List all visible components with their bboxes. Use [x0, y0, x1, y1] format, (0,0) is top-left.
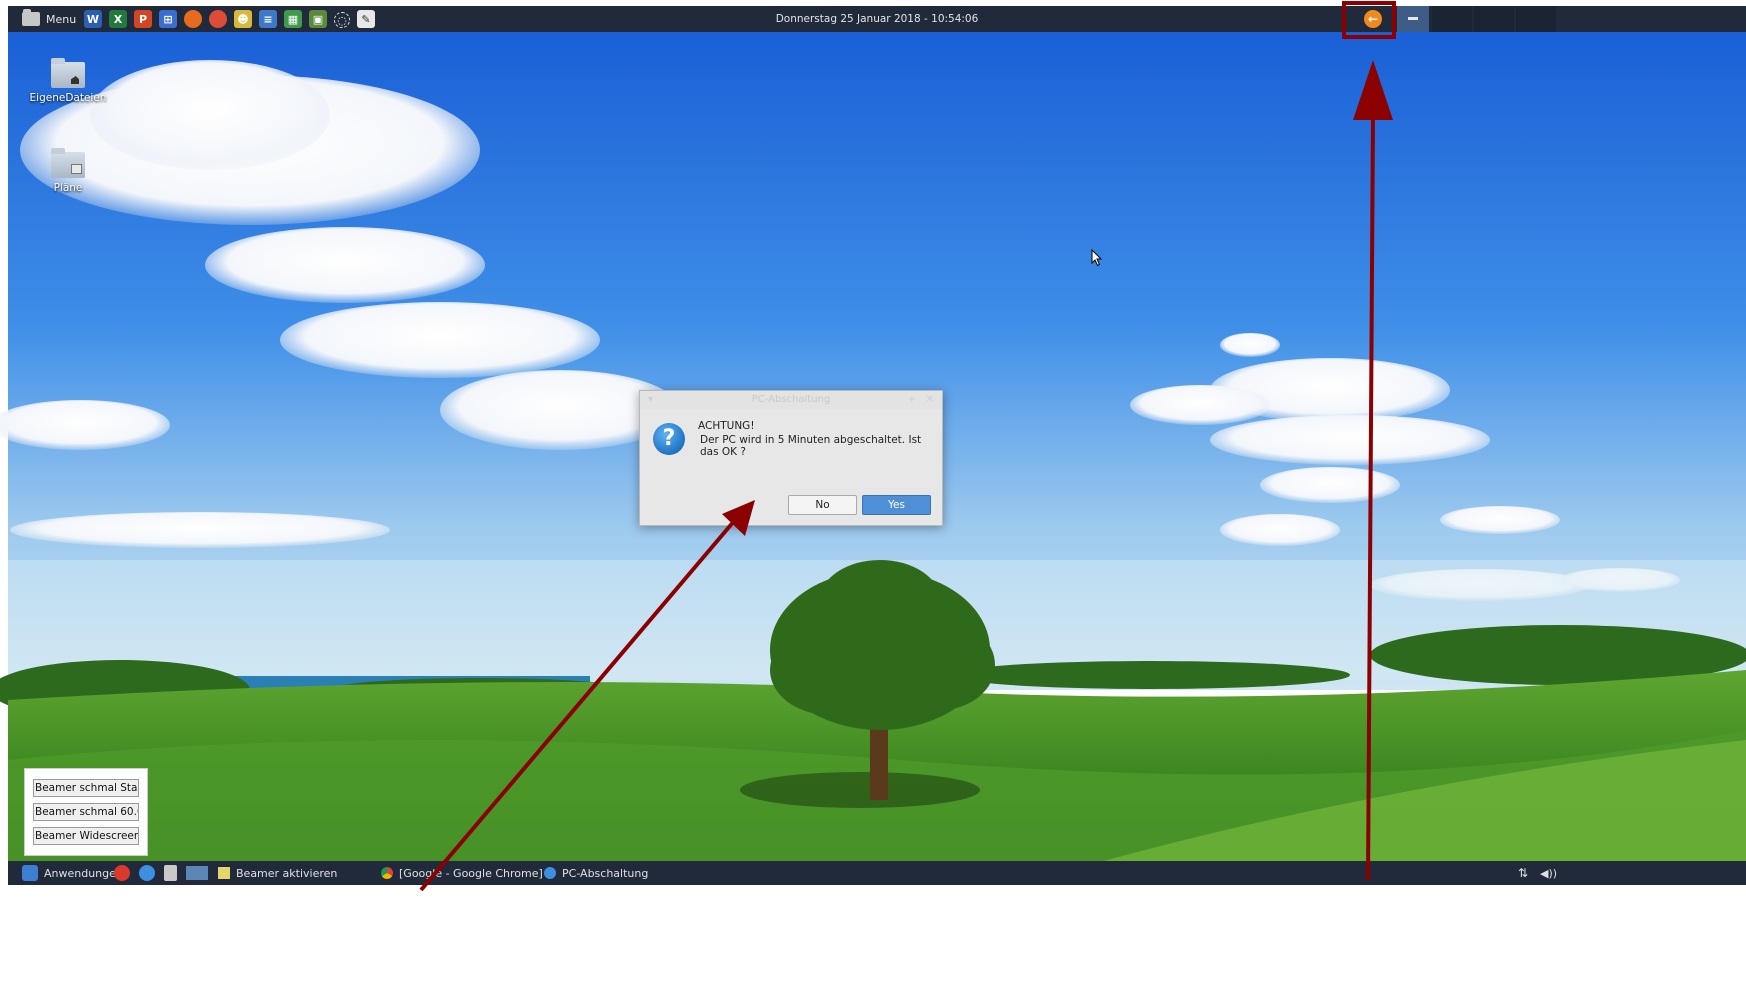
- dialog-title: PC-Abschaltung: [751, 394, 831, 405]
- list-window-icon: [218, 867, 230, 879]
- yes-button[interactable]: Yes: [862, 495, 931, 515]
- speaker-icon: ◀)): [1540, 866, 1558, 880]
- window-icon: [1408, 17, 1418, 20]
- dialog-close-icon[interactable]: ✕: [926, 391, 934, 409]
- desktop-icon-label: EigeneDateien: [29, 92, 107, 104]
- desktop-icon-plaene[interactable]: Pläne: [23, 146, 113, 194]
- locked-folder-icon: [49, 146, 87, 178]
- xfce-mouse-icon: [22, 865, 38, 881]
- shutdown-dialog: ▾ PC-Abschaltung + ✕ ? ACHTUNG! Der PC w…: [639, 390, 943, 526]
- network-tray-icon[interactable]: ⇅: [1518, 861, 1528, 885]
- trash-button[interactable]: [164, 861, 177, 885]
- task-label: Beamer aktivieren: [236, 866, 338, 880]
- question-icon: ?: [653, 423, 685, 455]
- workspace-switcher-button[interactable]: [1397, 6, 1429, 32]
- dialog-maximize-icon[interactable]: +: [908, 391, 916, 409]
- question-icon: [544, 867, 556, 879]
- bottom-panel: Anwendungen Beamer aktivieren [Google - …: [8, 861, 1746, 885]
- applications-menu-button[interactable]: Anwendungen: [22, 861, 123, 885]
- logout-button[interactable]: [114, 861, 130, 885]
- top-panel: Menu W X P ⊞ ☻ ≡ ▦ ▣ ◌ ✎ Donnerstag 25 Januar 201…: [8, 6, 1746, 32]
- desktop-icon-label: Pläne: [53, 182, 83, 194]
- power-icon: [114, 865, 130, 881]
- workspace-3[interactable]: [1474, 6, 1514, 32]
- chrome-icon: [381, 867, 393, 879]
- desktop-icon: [186, 866, 208, 880]
- back-arrow-icon: ←: [1364, 10, 1382, 28]
- task-pc-abschaltung[interactable]: PC-Abschaltung: [544, 861, 648, 885]
- refresh-button[interactable]: [139, 861, 155, 885]
- mouse-cursor-icon: [1091, 249, 1103, 267]
- beamer-widget: Beamer schmal Standa Beamer schmal 60.02…: [24, 768, 148, 856]
- dialog-heading: ACHTUNG!: [698, 420, 755, 432]
- task-google-chrome[interactable]: [Google - Google Chrome]: [381, 861, 543, 885]
- dialog-menu-icon[interactable]: ▾: [648, 391, 653, 409]
- no-button[interactable]: No: [788, 495, 857, 515]
- task-beamer-aktivieren[interactable]: Beamer aktivieren: [218, 861, 337, 885]
- dialog-message: Der PC wird in 5 Minuten abgeschaltet. I…: [700, 434, 922, 458]
- shutdown-tray-button[interactable]: ←: [1350, 6, 1394, 32]
- refresh-icon: [139, 865, 155, 881]
- trash-icon: [164, 865, 177, 881]
- beamer-widescreen-button[interactable]: Beamer Widescreen: [33, 827, 139, 845]
- task-label: [Google - Google Chrome]: [399, 866, 543, 880]
- applications-label: Anwendungen: [44, 866, 123, 880]
- workspace-4[interactable]: [1516, 6, 1556, 32]
- dialog-titlebar[interactable]: ▾ PC-Abschaltung + ✕: [640, 391, 942, 409]
- beamer-schmal-standard-button[interactable]: Beamer schmal Standa: [33, 779, 139, 797]
- desktop: Menu W X P ⊞ ☻ ≡ ▦ ▣ ◌ ✎ Donnerstag 25 Januar 201…: [0, 0, 1746, 985]
- beamer-schmal-60-button[interactable]: Beamer schmal 60.02: [33, 803, 139, 821]
- show-desktop-button[interactable]: [186, 861, 208, 885]
- task-label: PC-Abschaltung: [562, 866, 649, 880]
- network-arrows-icon: ⇅: [1518, 866, 1529, 880]
- desktop-icon-eigenedateien[interactable]: EigeneDateien: [23, 56, 113, 104]
- volume-tray-icon[interactable]: ◀)): [1540, 861, 1557, 885]
- home-folder-icon: [49, 56, 87, 88]
- workspace-2[interactable]: [1432, 6, 1472, 32]
